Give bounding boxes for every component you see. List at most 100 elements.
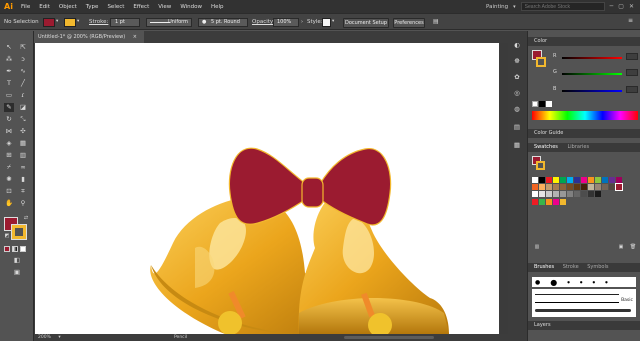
brush-preset[interactable]: ● bbox=[592, 280, 595, 284]
zoom-tool-icon[interactable]: ⚲ bbox=[18, 199, 28, 208]
swatch[interactable] bbox=[560, 191, 566, 197]
chevron-down-icon[interactable]: ▾ bbox=[77, 19, 79, 24]
shape-builder-tool-icon[interactable]: ◈ bbox=[4, 139, 14, 148]
brush-preset[interactable]: ● bbox=[550, 278, 557, 287]
brush-preset[interactable]: ● bbox=[535, 279, 540, 286]
color-guide-header[interactable]: Color Guide bbox=[528, 129, 640, 138]
stock-search-input[interactable] bbox=[520, 2, 605, 11]
tab-swatches[interactable]: Swatches bbox=[534, 144, 558, 150]
stroke-weight-field[interactable]: 1 pt bbox=[110, 18, 140, 27]
menu-view[interactable]: View bbox=[158, 4, 171, 10]
swatch[interactable] bbox=[588, 184, 594, 190]
color-b-field[interactable] bbox=[626, 86, 638, 93]
none-mode-icon[interactable] bbox=[20, 246, 26, 252]
layers-panel-header[interactable]: Layers bbox=[528, 321, 640, 330]
mesh-tool-icon[interactable]: ⊞ bbox=[4, 151, 14, 160]
swatch[interactable] bbox=[539, 199, 545, 205]
stroke-swatch[interactable] bbox=[11, 224, 27, 240]
gradient-tool-icon[interactable]: ▥ bbox=[18, 151, 28, 160]
swatch[interactable] bbox=[581, 177, 587, 183]
swatch[interactable] bbox=[553, 177, 559, 183]
swatch[interactable] bbox=[616, 177, 622, 183]
menu-effect[interactable]: Effect bbox=[133, 4, 149, 10]
swatch[interactable] bbox=[602, 177, 608, 183]
swatch[interactable] bbox=[553, 191, 559, 197]
properties-icon[interactable]: ◐ bbox=[512, 41, 522, 50]
white-swatch[interactable] bbox=[546, 101, 552, 107]
color-r-slider[interactable] bbox=[562, 57, 622, 59]
swatch[interactable] bbox=[609, 177, 615, 183]
basic-brush-row[interactable]: Basic bbox=[535, 298, 633, 305]
default-colors-icon[interactable]: ◩ bbox=[2, 232, 12, 241]
swatch[interactable] bbox=[553, 199, 559, 205]
arrange-icon[interactable]: ▤ bbox=[433, 18, 439, 25]
swatch[interactable] bbox=[532, 191, 538, 197]
brush-preset[interactable]: ● bbox=[605, 280, 608, 284]
color-r-field[interactable] bbox=[626, 53, 638, 60]
tab-libraries[interactable]: Libraries bbox=[567, 144, 589, 150]
width-tool-icon[interactable]: ⋈ bbox=[4, 127, 14, 136]
document-tab[interactable]: Untitled-1* @ 200% (RGB/Preview) × bbox=[34, 31, 144, 43]
menu-object[interactable]: Object bbox=[59, 4, 77, 10]
align-icon[interactable]: ▦ bbox=[512, 141, 522, 150]
color-spectrum[interactable] bbox=[532, 111, 638, 120]
swatch[interactable] bbox=[560, 177, 566, 183]
tab-stroke[interactable]: Stroke bbox=[563, 264, 579, 270]
swatch[interactable] bbox=[595, 177, 601, 183]
column-graph-tool-icon[interactable]: ▮ bbox=[18, 175, 28, 184]
curvature-tool-icon[interactable]: ∿ bbox=[18, 67, 28, 76]
direct-selection-tool-icon[interactable]: ⇱ bbox=[18, 43, 28, 52]
scale-tool-icon[interactable]: ⤡ bbox=[18, 115, 28, 124]
swap-fill-stroke-icon[interactable]: ⇄ bbox=[21, 214, 31, 223]
swatch[interactable] bbox=[595, 184, 601, 190]
brush-preset[interactable]: ● bbox=[580, 280, 583, 284]
panel-menu-icon[interactable]: ≡ bbox=[628, 17, 633, 24]
swatch[interactable] bbox=[595, 191, 601, 197]
pencil-tool-icon[interactable]: ✎ bbox=[4, 103, 14, 112]
swatch[interactable] bbox=[560, 199, 566, 205]
blend-tool-icon[interactable]: ∞ bbox=[18, 163, 28, 172]
stroke-label[interactable]: Stroke: bbox=[89, 19, 108, 25]
drawing-mode-icon[interactable]: ◧ bbox=[12, 256, 22, 265]
lasso-tool-icon[interactable]: ↄ bbox=[18, 55, 28, 64]
brush-preset[interactable]: ● bbox=[567, 280, 570, 284]
swatch[interactable] bbox=[581, 184, 587, 190]
swatch[interactable] bbox=[588, 191, 594, 197]
fill-color-swatch[interactable] bbox=[43, 18, 55, 27]
pathfinder-icon[interactable]: ▤ bbox=[512, 123, 522, 132]
chevron-down-icon[interactable]: ▾ bbox=[56, 19, 58, 24]
swatch[interactable] bbox=[574, 191, 580, 197]
swatch[interactable] bbox=[560, 184, 566, 190]
line-tool-icon[interactable]: ╱ bbox=[18, 79, 28, 88]
color-g-slider[interactable] bbox=[562, 73, 622, 75]
swatch[interactable] bbox=[553, 184, 559, 190]
hand-tool-icon[interactable]: ✋ bbox=[4, 199, 14, 208]
chevron-right-icon[interactable]: › bbox=[301, 19, 303, 25]
horizontal-scrollbar[interactable] bbox=[344, 336, 434, 339]
pen-tool-icon[interactable]: ✒ bbox=[4, 67, 14, 76]
new-swatch-icon[interactable]: ▣ bbox=[616, 243, 626, 252]
color-mode-icon[interactable] bbox=[4, 246, 10, 252]
brush-stroke[interactable] bbox=[535, 309, 631, 312]
document-setup-button[interactable]: Document Setup bbox=[343, 17, 389, 28]
symbol-sprayer-tool-icon[interactable]: ✺ bbox=[4, 175, 14, 184]
rectangle-tool-icon[interactable]: ▭ bbox=[4, 91, 14, 100]
swatch[interactable] bbox=[532, 199, 538, 205]
swatch[interactable] bbox=[567, 177, 573, 183]
gradient-mode-icon[interactable] bbox=[12, 246, 18, 252]
none-swatch[interactable] bbox=[532, 101, 538, 107]
perspective-grid-tool-icon[interactable]: ▦ bbox=[18, 139, 28, 148]
artboard-tool-icon[interactable]: ⊡ bbox=[4, 187, 14, 196]
magic-wand-tool-icon[interactable]: ⁂ bbox=[4, 55, 14, 64]
type-tool-icon[interactable]: T bbox=[4, 79, 14, 88]
maximize-icon[interactable]: ▢ bbox=[618, 3, 624, 10]
black-swatch[interactable] bbox=[539, 101, 545, 107]
color-b-slider[interactable] bbox=[562, 90, 622, 92]
swatch[interactable] bbox=[532, 177, 538, 183]
eyedropper-tool-icon[interactable]: ⌿ bbox=[4, 163, 14, 172]
opacity-field[interactable]: 100% bbox=[273, 18, 299, 27]
chevron-down-icon[interactable]: ▾ bbox=[332, 19, 334, 24]
menu-type[interactable]: Type bbox=[86, 4, 99, 10]
swatch[interactable] bbox=[574, 177, 580, 183]
close-tab-icon[interactable]: × bbox=[133, 34, 137, 40]
